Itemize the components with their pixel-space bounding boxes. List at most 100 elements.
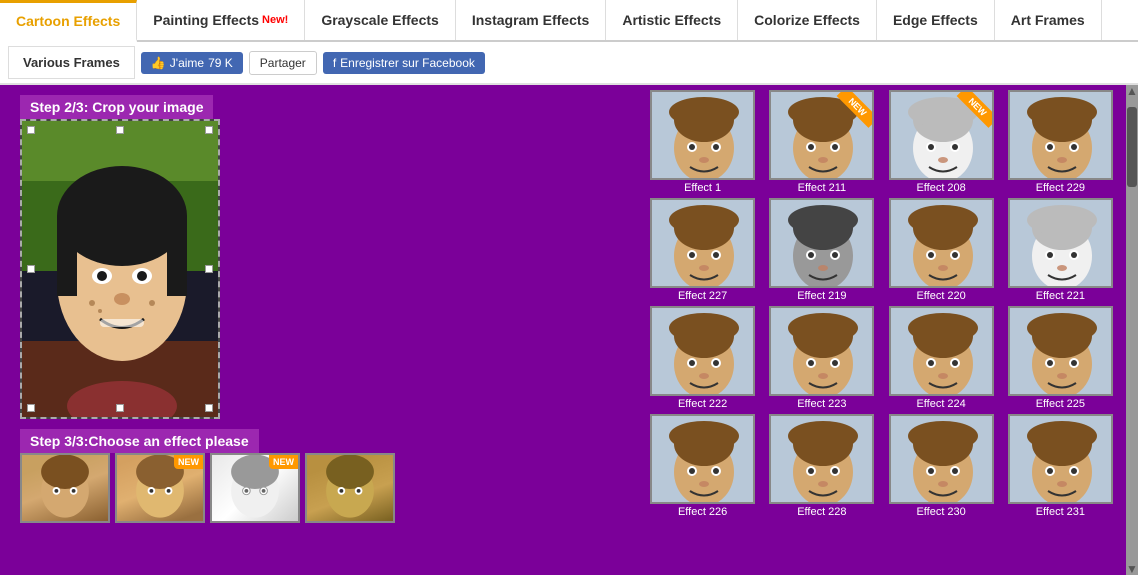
effect-item-2[interactable]: Effect 208 xyxy=(884,90,999,194)
effect-thumb-5 xyxy=(769,198,874,288)
bottom-thumb-img-0 xyxy=(22,455,108,521)
tab-colorize-label: Colorize Effects xyxy=(754,12,860,28)
various-frames-tab[interactable]: Various Frames xyxy=(8,46,135,79)
fb-logo-icon: f xyxy=(333,56,336,70)
effect-label-6: Effect 220 xyxy=(916,290,965,302)
tab-grayscale[interactable]: Grayscale Effects xyxy=(305,0,456,40)
tab-cartoon-label: Cartoon Effects xyxy=(16,13,120,29)
crop-handle-bm[interactable] xyxy=(116,404,124,412)
tab-artframes-label: Art Frames xyxy=(1011,12,1085,28)
effect-thumb-1 xyxy=(769,90,874,180)
tab-edge[interactable]: Edge Effects xyxy=(877,0,995,40)
left-panel: Step 2/3: Crop your image xyxy=(0,85,640,575)
step3-label: Step 3/3:Choose an effect please xyxy=(20,429,259,453)
bottom-thumbnails: NEW NEW xyxy=(20,453,620,523)
effect-item-11[interactable]: Effect 225 xyxy=(1003,306,1118,410)
bottom-thumb-0[interactable] xyxy=(20,453,110,523)
effect-item-4[interactable]: Effect 227 xyxy=(645,198,760,302)
like-label: J'aime xyxy=(170,56,204,70)
effect-item-7[interactable]: Effect 221 xyxy=(1003,198,1118,302)
crop-handle-bl[interactable] xyxy=(27,404,35,412)
bottom-thumb-1[interactable]: NEW xyxy=(115,453,205,523)
bottom-thumb-2[interactable]: NEW xyxy=(210,453,300,523)
effect-thumb-11 xyxy=(1008,306,1113,396)
effect-new-badge-2 xyxy=(952,92,992,132)
effect-item-0[interactable]: Effect 1 xyxy=(645,90,760,194)
like-count: 79 K xyxy=(208,56,233,70)
cartoon-face-svg xyxy=(22,121,220,419)
crop-container[interactable] xyxy=(20,119,220,419)
effect-label-5: Effect 219 xyxy=(797,290,846,302)
tab-edge-label: Edge Effects xyxy=(893,12,978,28)
tab-painting-label: Painting Effects xyxy=(153,12,259,28)
nav-bar: Cartoon Effects Painting Effects New! Gr… xyxy=(0,0,1138,42)
effect-label-9: Effect 223 xyxy=(797,398,846,410)
effects-grid: Effect 1 Effect 211 Effect 208 xyxy=(645,90,1133,518)
fb-save-button[interactable]: f Enregistrer sur Facebook xyxy=(323,52,485,74)
tab-artframes[interactable]: Art Frames xyxy=(995,0,1102,40)
effect-label-3: Effect 229 xyxy=(1036,182,1085,194)
crop-handle-mr[interactable] xyxy=(205,265,213,273)
fb-like-button[interactable]: 👍 J'aime 79 K xyxy=(141,52,243,74)
effect-item-6[interactable]: Effect 220 xyxy=(884,198,999,302)
fb-share-button[interactable]: Partager xyxy=(249,51,317,75)
effect-label-4: Effect 227 xyxy=(678,290,727,302)
tab-colorize[interactable]: Colorize Effects xyxy=(738,0,877,40)
effect-label-14: Effect 230 xyxy=(916,506,965,518)
crop-handle-tr[interactable] xyxy=(205,126,213,134)
effect-label-15: Effect 231 xyxy=(1036,506,1085,518)
effect-thumb-8 xyxy=(650,306,755,396)
right-panel: Effect 1 Effect 211 Effect 208 xyxy=(640,85,1138,575)
scroll-down-arrow[interactable]: ▼ xyxy=(1126,563,1138,575)
effect-label-8: Effect 222 xyxy=(678,398,727,410)
bottom-thumb-img-3 xyxy=(307,455,393,521)
effect-label-0: Effect 1 xyxy=(684,182,721,194)
effect-label-7: Effect 221 xyxy=(1036,290,1085,302)
save-label: Enregistrer sur Facebook xyxy=(340,56,475,70)
effect-thumb-6 xyxy=(889,198,994,288)
scroll-thumb[interactable] xyxy=(1127,107,1137,187)
crop-handle-tm[interactable] xyxy=(116,126,124,134)
effect-thumb-0 xyxy=(650,90,755,180)
effect-item-13[interactable]: Effect 228 xyxy=(764,414,879,518)
effect-label-11: Effect 225 xyxy=(1036,398,1085,410)
effect-item-5[interactable]: Effect 219 xyxy=(764,198,879,302)
effect-thumb-10 xyxy=(889,306,994,396)
crop-handle-br[interactable] xyxy=(205,404,213,412)
crop-handle-tl[interactable] xyxy=(27,126,35,134)
secondary-nav: Various Frames 👍 J'aime 79 K Partager f … xyxy=(0,42,1138,85)
effect-item-12[interactable]: Effect 226 xyxy=(645,414,760,518)
effect-item-9[interactable]: Effect 223 xyxy=(764,306,879,410)
effect-thumb-13 xyxy=(769,414,874,504)
tab-instagram-label: Instagram Effects xyxy=(472,12,589,28)
effect-thumb-2 xyxy=(889,90,994,180)
bottom-thumb-2-new: NEW xyxy=(269,455,298,469)
tab-artistic[interactable]: Artistic Effects xyxy=(606,0,738,40)
effect-thumb-3 xyxy=(1008,90,1113,180)
effect-label-12: Effect 226 xyxy=(678,506,727,518)
bottom-thumb-3[interactable] xyxy=(305,453,395,523)
effect-label-1: Effect 211 xyxy=(798,182,847,194)
crop-image xyxy=(22,121,220,419)
scroll-up-arrow[interactable]: ▲ xyxy=(1126,85,1138,97)
effect-item-3[interactable]: Effect 229 xyxy=(1003,90,1118,194)
bottom-thumb-1-new: NEW xyxy=(174,455,203,469)
effect-thumb-12 xyxy=(650,414,755,504)
effect-item-1[interactable]: Effect 211 xyxy=(764,90,879,194)
effect-thumb-4 xyxy=(650,198,755,288)
effect-thumb-14 xyxy=(889,414,994,504)
crop-handle-ml[interactable] xyxy=(27,265,35,273)
effect-item-14[interactable]: Effect 230 xyxy=(884,414,999,518)
tab-instagram[interactable]: Instagram Effects xyxy=(456,0,606,40)
painting-new-badge: New! xyxy=(262,14,288,26)
scrollbar[interactable]: ▲ ▼ xyxy=(1126,85,1138,575)
effect-thumb-9 xyxy=(769,306,874,396)
effect-item-15[interactable]: Effect 231 xyxy=(1003,414,1118,518)
effect-item-10[interactable]: Effect 224 xyxy=(884,306,999,410)
step2-label: Step 2/3: Crop your image xyxy=(20,95,213,119)
tab-cartoon[interactable]: Cartoon Effects xyxy=(0,0,137,42)
effect-thumb-15 xyxy=(1008,414,1113,504)
tab-painting[interactable]: Painting Effects New! xyxy=(137,0,305,40)
effect-item-8[interactable]: Effect 222 xyxy=(645,306,760,410)
main-area: Step 2/3: Crop your image xyxy=(0,85,1138,575)
